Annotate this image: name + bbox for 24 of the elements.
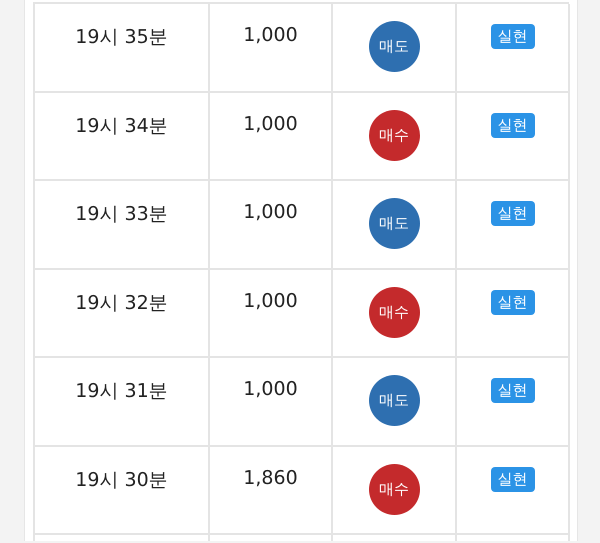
- time-text: 19시 33분: [75, 202, 168, 227]
- amount-text: 1,860: [243, 466, 298, 488]
- status-badge: 실현: [490, 290, 534, 314]
- amount-text: 1,000: [243, 24, 298, 46]
- trade-side-badge: 매도: [368, 375, 420, 426]
- status-badge: 실현: [490, 201, 534, 226]
- amount-text: 1,000: [243, 290, 298, 312]
- status-badge: 실현: [490, 24, 534, 49]
- time-text: 19시 30분: [75, 468, 168, 492]
- status-badge: 실현: [490, 466, 534, 492]
- time-text: 19시 35분: [75, 25, 168, 50]
- amount-text: 1,000: [243, 112, 298, 134]
- trade-side-badge: 매수: [368, 110, 420, 160]
- amount-text: 1,000: [243, 378, 298, 400]
- status-badge: 실현: [490, 378, 534, 403]
- time-text: 19시 34분: [75, 114, 168, 138]
- trade-side-badge: 매수: [368, 286, 420, 338]
- trade-side-badge: 매수: [368, 464, 420, 514]
- trade-side-badge: 매도: [368, 198, 420, 249]
- trade-side-badge: 매도: [368, 21, 420, 72]
- time-text: 19시 32분: [75, 290, 168, 316]
- amount-text: 1,000: [243, 201, 298, 223]
- time-text: 19시 31분: [75, 379, 168, 404]
- status-badge: 실현: [490, 112, 534, 138]
